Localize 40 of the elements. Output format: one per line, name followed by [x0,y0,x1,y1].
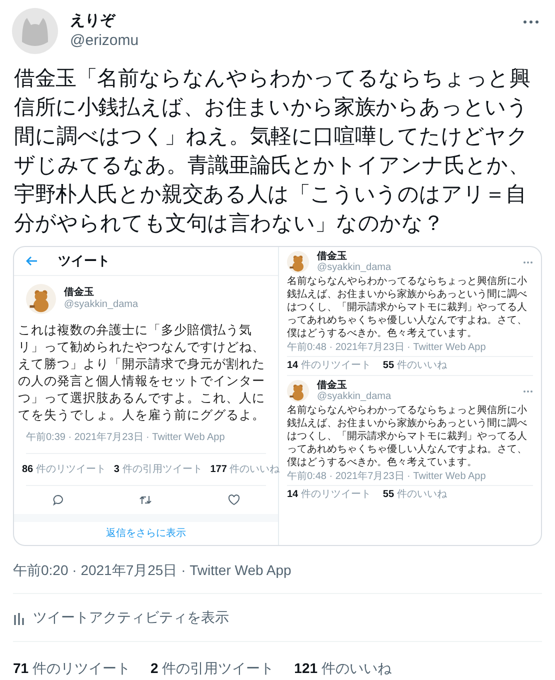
author-name: 借金玉 [64,287,95,300]
author-name[interactable]: えりぞ [70,11,511,31]
bar-chart-icon [13,610,25,624]
stat-count[interactable]: 86 件のリツイート [22,462,106,478]
stat-count[interactable]: 2 件の引用ツイート [150,658,274,679]
stat-count[interactable]: 177 件のいいね [210,462,280,478]
page-title: ツイート [58,252,110,270]
tweet-meta: 午前0:20 · 2021年7月25日 · Twitter Web App [13,561,292,580]
bear-avatar-icon [26,284,56,314]
stat-count[interactable]: 3 件の引用ツイート [114,462,202,478]
stat-count[interactable]: 55 件のいいね [382,489,447,501]
tweet-text: 借金玉「名前ならなんやらわかってるならちょっと興信所に小銭払えば、お住まいから家族からあっという間に調べはつく」ねえ。気軽に口喧嘩してたけどヤクザじみてるなあ。青識亜論氏とかトイアンナ氏とか、宇野朴人氏とか親交ある人は「こういうのはアリ＝自分がやられても文句は言わない」なのかな？ [13,66,532,237]
stat-count[interactable]: 14 件のリツイート [287,360,371,372]
retweet-icon[interactable] [139,494,152,506]
tweet-meta: 午前0:48 · 2021年7月23日 · Twitter Web App [287,342,487,354]
more-icon[interactable] [523,260,533,264]
author-handle: @syakkin_dama [317,262,392,273]
tweet-text: 名前ならなんやらわかってるならちょっと興信所に小銭払えば、お住まいから家族からあっという間に調べはつくし、「開示請求からマトモに裁判」やってる人ってあれめちゃくちゃ優しい人なんですよね。さて、僕はどうするべきか。色々考えています。 [287,404,528,469]
tweet-text: 名前ならなんやらわかってるならちょっと興信所に小銭払えば、お住まいから家族からあっという間に調べはつくし、「開示請求からマトモに裁判」やってる人ってあれめちゃくちゃ優しい人なんですよね。さて、僕はどうするべきか。色々考えています。 [287,275,528,340]
stat-count[interactable]: 55 件のいいね [382,360,447,372]
author-handle[interactable]: @erizomu [70,31,511,51]
author-handle: @syakkin_dama [64,299,138,312]
more-icon[interactable] [523,20,539,24]
bear-avatar-icon [287,251,309,273]
author-name: 借金玉 [317,380,348,391]
tweet-text: これは複数の弁護士に「多少賠償払う気 リ」って勧められたやつなんですけどね、 えて勝つ」より「開示請求で身元が割れた の人の発言と個人情報をセットでインター つ」って選択肢あるんですよ。これ、人に てを失うでしょ。人を雇う前にググるよ。 [17,322,266,422]
stat-count[interactable]: 14 件のリツイート [287,489,371,501]
reply-icon[interactable] [52,494,64,506]
back-arrow-icon[interactable] [26,256,38,266]
author-name: 借金玉 [317,251,348,262]
more-icon[interactable] [523,390,533,392]
author-handle: @syakkin_dama [317,391,392,402]
activity-label[interactable]: ツイートアクティビティを表示 [33,607,229,628]
tweet-meta: 午前0:48 · 2021年7月23日 · Twitter Web App [287,471,487,483]
stat-count[interactable]: 71 件のリツイート [13,658,130,679]
tweet-activity-link[interactable]: ツイートアクティビティを表示 [13,594,542,641]
stat-count[interactable]: 121 件のいいね [294,658,392,679]
tweet-meta: 午前0:39 · 2021年7月23日 · Twitter Web App [25,431,226,446]
bear-avatar-icon [287,380,309,402]
heart-icon[interactable] [228,494,240,506]
